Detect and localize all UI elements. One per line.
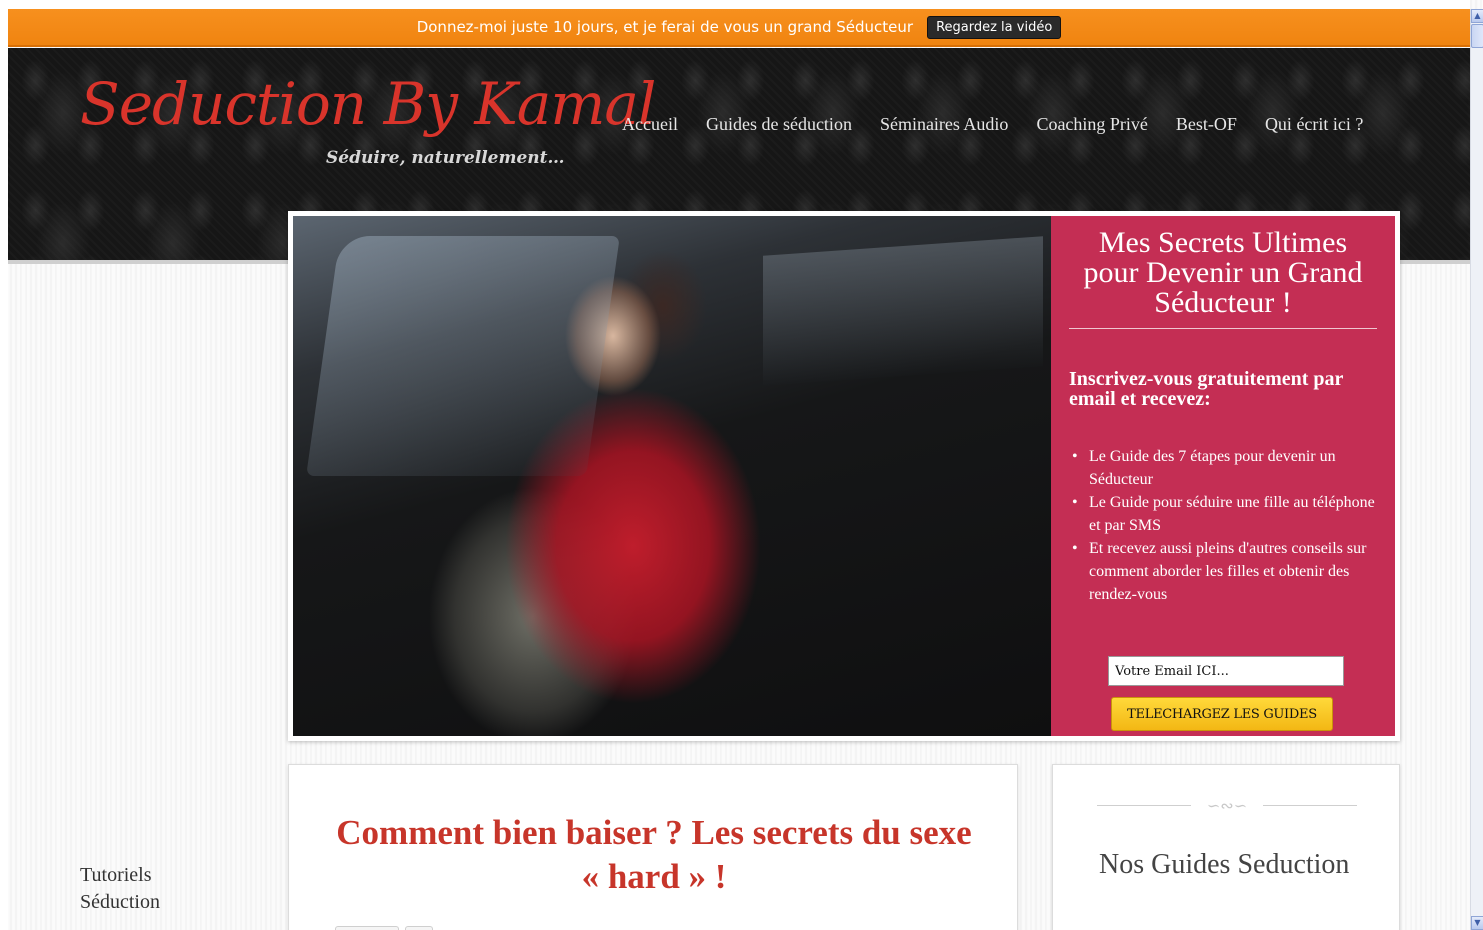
promo-bar: Donnez-moi juste 10 jours, et je ferai d… bbox=[8, 9, 1470, 47]
guides-widget: ∽∾∽ Nos Guides Seduction bbox=[1052, 764, 1400, 930]
signup-subtitle: Inscrivez-vous gratuitement par email et… bbox=[1069, 368, 1344, 410]
article-title[interactable]: Comment bien baiser ? Les secrets du sex… bbox=[329, 811, 979, 899]
signup-panel: Mes Secrets Ultimes pour Devenir un Gran… bbox=[1051, 216, 1395, 736]
promo-text: Donnez-moi juste 10 jours, et je ferai d… bbox=[416, 18, 914, 36]
scroll-thumb[interactable] bbox=[1471, 24, 1483, 48]
signup-title: Mes Secrets Ultimes pour Devenir un Gran… bbox=[1069, 228, 1377, 329]
hero-banner: Mes Secrets Ultimes pour Devenir un Gran… bbox=[288, 211, 1400, 741]
photo-car-window bbox=[306, 236, 620, 476]
hero-photo bbox=[293, 216, 1051, 736]
site-logo[interactable]: Seduction By Kamal bbox=[80, 70, 656, 138]
widget-title: Nos Guides Seduction bbox=[1099, 849, 1350, 880]
window-left-edge bbox=[0, 0, 8, 930]
benefit-item: Le Guide pour séduire une fille au télép… bbox=[1069, 491, 1377, 537]
photo-car-rear-window bbox=[763, 236, 1043, 386]
sidebar-heading-line1: Tutoriels bbox=[80, 864, 152, 886]
ornament-divider: ∽∾∽ bbox=[1097, 795, 1357, 815]
share-count[interactable] bbox=[405, 926, 433, 930]
site-tagline: Séduire, naturellement… bbox=[326, 148, 565, 168]
nav-item-seminaires[interactable]: Séminaires Audio bbox=[866, 114, 1023, 135]
nav-item-about[interactable]: Qui écrit ici ? bbox=[1251, 114, 1377, 135]
email-field[interactable] bbox=[1108, 656, 1344, 686]
swirl-icon: ∽∾∽ bbox=[1206, 795, 1248, 815]
scroll-up-icon[interactable]: ▲ bbox=[1471, 9, 1483, 23]
download-guides-button[interactable]: TELECHARGEZ LES GUIDES bbox=[1111, 697, 1333, 731]
nav-item-best-of[interactable]: Best-OF bbox=[1162, 114, 1251, 135]
page-scrollbar[interactable]: ▲ ▼ bbox=[1470, 9, 1483, 930]
share-button[interactable] bbox=[335, 926, 399, 930]
nav-item-coaching[interactable]: Coaching Privé bbox=[1022, 114, 1161, 135]
scroll-down-icon[interactable]: ▼ bbox=[1471, 916, 1483, 930]
benefit-item: Le Guide des 7 étapes pour devenir un Sé… bbox=[1069, 445, 1377, 491]
nav-item-guides[interactable]: Guides de séduction bbox=[692, 114, 866, 135]
benefit-item: Et recevez aussi pleins d'autres conseil… bbox=[1069, 537, 1377, 606]
window-top-edge bbox=[0, 0, 1470, 9]
sidebar-tutorials-heading[interactable]: Tutoriels Séduction bbox=[80, 862, 160, 916]
sidebar-heading-line2: Séduction bbox=[80, 891, 160, 913]
article-card: Comment bien baiser ? Les secrets du sex… bbox=[288, 764, 1018, 930]
nav-item-accueil[interactable]: Accueil bbox=[608, 114, 692, 135]
benefits-list: Le Guide des 7 étapes pour devenir un Sé… bbox=[1069, 445, 1377, 606]
main-nav: Accueil Guides de séduction Séminaires A… bbox=[608, 114, 1377, 135]
watch-video-button[interactable]: Regardez la vidéo bbox=[927, 15, 1062, 39]
